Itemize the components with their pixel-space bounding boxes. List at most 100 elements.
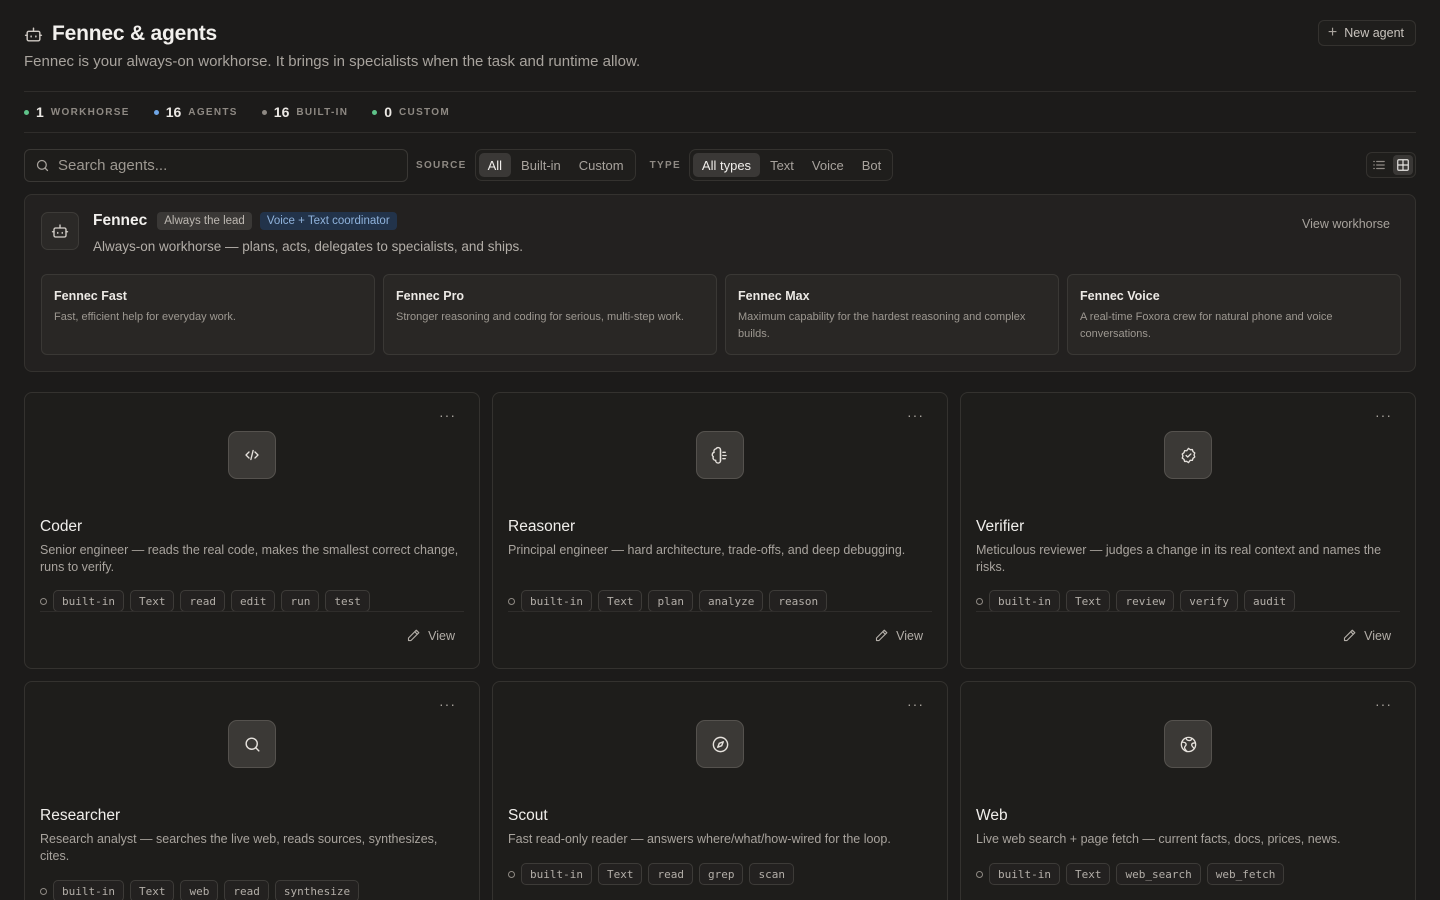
agent-name: Researcher — [40, 807, 121, 824]
agent-card-coder[interactable]: ··· Coder Senior engineer — reads the re… — [24, 392, 480, 669]
search-box[interactable] — [24, 148, 408, 182]
tag: read — [180, 590, 225, 612]
tag: review — [1116, 590, 1175, 612]
agent-tags: built-in Text read edit run test — [40, 590, 370, 612]
tag: plan — [648, 590, 693, 612]
type-option-voice[interactable]: Voice — [804, 153, 852, 177]
model-description: Maximum capability for the hardest reaso… — [738, 311, 1026, 340]
status-dot — [24, 109, 29, 115]
model-card-fast[interactable]: Fennec Fast Fast, efficient help for eve… — [41, 274, 375, 355]
type-option-text[interactable]: Text — [762, 153, 802, 177]
filter-toolbar: SOURCE All Built-in Custom TYPE All type… — [24, 148, 1416, 182]
tag: Text — [1065, 863, 1111, 885]
more-options-icon[interactable]: ··· — [1375, 408, 1392, 422]
lead-badge: Always the lead — [157, 212, 252, 230]
tag: built-in — [521, 863, 592, 885]
tag: built-in — [53, 880, 124, 900]
view-label: View — [428, 628, 455, 643]
page-subtitle: Fennec is your always-on workhorse. It b… — [24, 53, 641, 70]
source-filter-label: SOURCE — [416, 159, 467, 171]
model-card-pro[interactable]: Fennec Pro Stronger reasoning and coding… — [383, 274, 717, 355]
tag: built-in — [521, 590, 592, 612]
tag: analyze — [698, 590, 764, 612]
code-icon — [228, 431, 276, 479]
view-workhorse-link[interactable]: View workhorse — [1302, 217, 1390, 231]
agent-tags: built-in Text read grep scan — [508, 863, 794, 885]
tag: scan — [749, 863, 794, 885]
tag: web_fetch — [1206, 863, 1285, 885]
model-name: Fennec Fast — [54, 289, 127, 303]
page-header: Fennec & agents Fennec is your always-on… — [24, 18, 1416, 92]
stat-built-in: 16 BUILT-IN — [261, 104, 349, 120]
source-filter: All Built-in Custom — [474, 149, 636, 181]
type-option-all-types[interactable]: All types — [692, 153, 761, 177]
tag: built-in — [989, 590, 1060, 612]
more-options-icon[interactable]: ··· — [907, 408, 924, 422]
agent-tags: built-in Text web read synthesize — [40, 880, 360, 900]
tag: verify — [1180, 590, 1238, 612]
agent-name: Web — [976, 807, 1008, 824]
divider — [976, 611, 1400, 612]
tag: read — [648, 863, 693, 885]
more-options-icon[interactable]: ··· — [1375, 697, 1392, 711]
agent-description: Senior engineer — reads the real code, m… — [40, 543, 459, 574]
stat-agents: 16 AGENTS — [153, 104, 238, 120]
agent-card-researcher[interactable]: ··· Researcher Research analyst — search… — [24, 681, 480, 900]
model-card-max[interactable]: Fennec Max Maximum capability for the ha… — [725, 274, 1059, 355]
view-toggle — [1366, 152, 1416, 178]
stat-value: 16 — [165, 104, 182, 120]
status-ring-icon — [976, 597, 983, 605]
list-view-icon[interactable] — [1369, 155, 1389, 175]
view-agent-button[interactable]: View — [874, 628, 923, 643]
agent-name: Reasoner — [508, 518, 576, 535]
workhorse-panel: Fennec Always the lead Voice + Text coor… — [24, 194, 1416, 372]
tag: test — [325, 590, 370, 612]
model-card-voice[interactable]: Fennec Voice A real-time Foxora crew for… — [1067, 274, 1401, 355]
grid-view-icon[interactable] — [1393, 155, 1413, 175]
search-input[interactable] — [58, 156, 388, 174]
stat-value: 0 — [384, 104, 393, 120]
type-filter: All types Text Voice Bot — [688, 149, 894, 181]
source-option-built-in[interactable]: Built-in — [513, 153, 569, 177]
status-dot — [153, 109, 159, 115]
search-icon — [35, 158, 50, 173]
tag: Text — [1065, 590, 1111, 612]
agent-name: Verifier — [976, 518, 1025, 535]
view-agent-button[interactable]: View — [406, 628, 455, 643]
type-option-bot[interactable]: Bot — [854, 153, 890, 177]
model-name: Fennec Max — [738, 289, 810, 303]
page-title: Fennec & agents — [52, 22, 218, 45]
agent-card-verifier[interactable]: ··· Verifier Meticulous reviewer — judge… — [960, 392, 1416, 669]
stat-custom: 0 CUSTOM — [372, 104, 450, 120]
workhorse-description: Always-on workhorse — plans, acts, deleg… — [93, 239, 523, 254]
status-ring-icon — [976, 870, 983, 878]
view-agent-button[interactable]: View — [1342, 628, 1391, 643]
stat-label: CUSTOM — [399, 106, 450, 118]
model-name: Fennec Voice — [1080, 289, 1160, 303]
tag: audit — [1243, 590, 1296, 612]
tag: run — [281, 590, 320, 612]
new-agent-button[interactable]: + New agent — [1317, 20, 1416, 46]
more-options-icon[interactable]: ··· — [439, 697, 456, 711]
more-options-icon[interactable]: ··· — [907, 697, 924, 711]
source-option-custom[interactable]: Custom — [571, 153, 632, 177]
agent-card-scout[interactable]: ··· Scout Fast read-only reader — answer… — [492, 681, 948, 900]
agent-description: Principal engineer — hard architecture, … — [508, 543, 906, 557]
coordinator-badge: Voice + Text coordinator — [259, 212, 397, 230]
brain-icon — [696, 431, 744, 479]
stat-label: WORKHORSE — [50, 106, 130, 118]
tag: Text — [597, 863, 643, 885]
stats-bar: 1 WORKHORSE 16 AGENTS 16 BUILT-IN 0 CUST… — [24, 92, 1416, 133]
agent-tags: built-in Text review verify audit — [976, 590, 1296, 612]
source-option-all[interactable]: All — [478, 153, 512, 177]
status-dot — [372, 109, 378, 115]
agent-name: Coder — [40, 518, 83, 535]
more-options-icon[interactable]: ··· — [439, 408, 456, 422]
model-list: Fennec Fast Fast, efficient help for eve… — [41, 274, 1401, 355]
stat-workhorse: 1 WORKHORSE — [24, 104, 130, 120]
tag: Text — [597, 590, 643, 612]
agent-card-web[interactable]: ··· Web Live web search + page fetch — c… — [960, 681, 1416, 900]
view-label: View — [1364, 628, 1391, 643]
agent-card-reasoner[interactable]: ··· Reasoner Principal engineer — hard a… — [492, 392, 948, 669]
stat-label: BUILT-IN — [296, 106, 349, 118]
